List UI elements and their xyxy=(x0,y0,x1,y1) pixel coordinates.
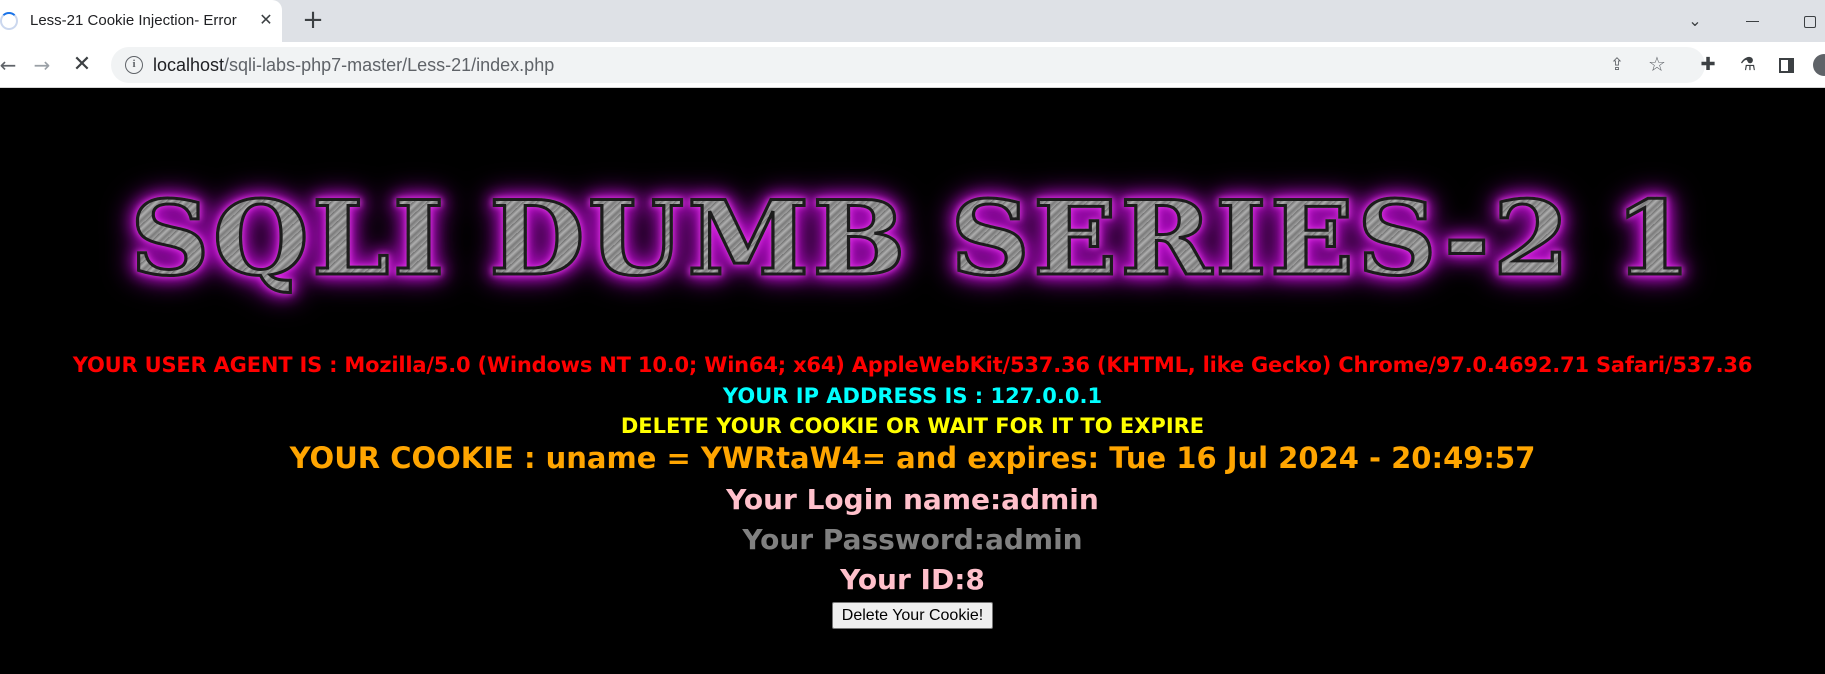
close-icon[interactable]: ✕ xyxy=(256,9,276,31)
browser-toolbar: ← → ✕ i localhost/sqli-labs-php7-master/… xyxy=(0,42,1825,88)
star-icon[interactable]: ☆ xyxy=(1645,52,1669,76)
user-id-text: Your ID:8 xyxy=(840,563,985,596)
url-host: localhost xyxy=(153,55,225,75)
address-bar[interactable]: i localhost/sqli-labs-php7-master/Less-2… xyxy=(111,47,1705,83)
plus-icon[interactable]: + xyxy=(298,5,328,35)
delete-button-container: Delete Your Cookie! xyxy=(0,602,1825,629)
puzzle-icon[interactable]: ✚ xyxy=(1694,51,1722,79)
chevron-down-icon[interactable]: ⌄ xyxy=(1680,6,1710,36)
restore-icon[interactable] xyxy=(1795,6,1825,36)
flask-icon[interactable]: ⚗ xyxy=(1734,51,1762,79)
browser-tab-active[interactable]: Less-21 Cookie Injection- Error ✕ xyxy=(0,0,282,42)
arrow-right-icon[interactable]: → xyxy=(26,49,58,81)
delete-cookie-button[interactable]: Delete Your Cookie! xyxy=(831,602,994,629)
url-text[interactable]: localhost/sqli-labs-php7-master/Less-21/… xyxy=(153,55,554,76)
minimize-icon[interactable] xyxy=(1737,6,1767,36)
loading-spinner-icon xyxy=(0,12,18,30)
page-content: SQLI DUMB SERIES-2 1 YOUR USER AGENT IS … xyxy=(0,89,1825,674)
side-panel-icon[interactable] xyxy=(1772,51,1800,79)
cookie-text: YOUR COOKIE : uname = YWRtaW4= and expir… xyxy=(289,441,1536,475)
arrow-left-icon[interactable]: ← xyxy=(0,49,24,81)
stop-loading-icon[interactable]: ✕ xyxy=(66,49,98,81)
user-agent-text: YOUR USER AGENT IS : Mozilla/5.0 (Window… xyxy=(72,353,1753,377)
page-banner: SQLI DUMB SERIES-2 1 xyxy=(129,179,1695,299)
banner-container: SQLI DUMB SERIES-2 1 xyxy=(0,179,1825,299)
url-path: /sqli-labs-php7-master/Less-21/index.php xyxy=(224,55,555,75)
password-text: Your Password:admin xyxy=(742,523,1083,556)
ip-address-text: YOUR IP ADDRESS IS : 127.0.0.1 xyxy=(722,384,1103,408)
login-name-text: Your Login name:admin xyxy=(726,483,1099,516)
info-icon[interactable]: i xyxy=(125,56,143,74)
tab-title: Less-21 Cookie Injection- Error xyxy=(30,12,237,29)
profile-icon[interactable] xyxy=(1810,51,1825,79)
browser-tab-strip: Less-21 Cookie Injection- Error ✕ + ⌄ xyxy=(0,0,1825,42)
share-icon[interactable]: ⇪ xyxy=(1605,53,1629,77)
delete-cookie-message: DELETE YOUR COOKIE OR WAIT FOR IT TO EXP… xyxy=(620,414,1205,438)
